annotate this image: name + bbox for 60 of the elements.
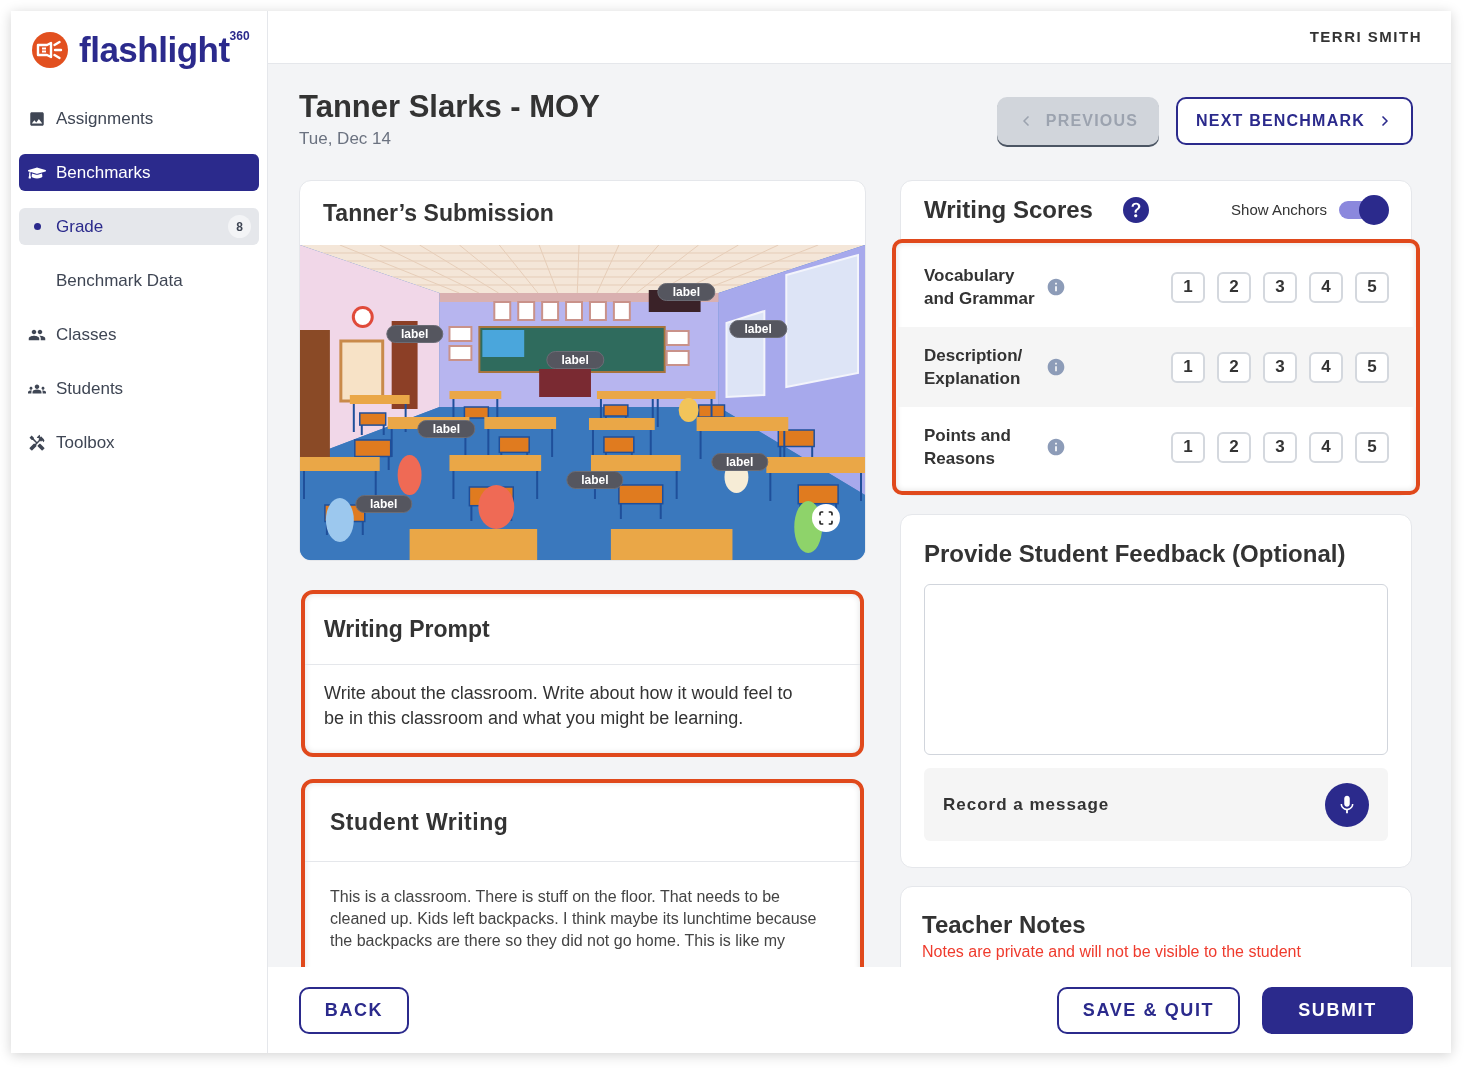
hotspot-label[interactable]: label [386,325,444,344]
hotspot-label[interactable]: label [729,320,787,339]
info-icon[interactable] [1046,437,1066,457]
record-label: Record a message [943,793,1111,816]
criterion-label: Description/ Explanation [924,345,1024,390]
sidebar-item[interactable]: Benchmarks [19,154,259,191]
page-title: Tanner Slarks - MOY [299,89,600,125]
criterion-label: Points and Reasons [924,425,1012,470]
card-title: Student Writing [330,807,509,837]
page-date: Tue, Dec 14 [299,129,392,149]
user-name[interactable]: TERRI SMITH [1309,25,1422,49]
card-title: Tanner’s Submission [323,198,554,228]
footer-button[interactable]: SUBMIT [1262,986,1413,1034]
info-icon[interactable] [1046,357,1066,377]
info-icon[interactable] [1046,277,1066,297]
flashlight-icon [32,32,68,68]
score-button[interactable]: 2 [1217,351,1251,383]
score-button[interactable]: 4 [1309,431,1343,463]
sidebar-item[interactable]: Assignments [19,100,259,137]
footer-button[interactable]: BACK [299,986,409,1034]
score-button[interactable]: 3 [1263,271,1297,303]
score-button[interactable]: 3 [1263,431,1297,463]
help-icon[interactable] [1122,197,1149,223]
score-button[interactable]: 3 [1263,351,1297,383]
score-button[interactable]: 1 [1171,431,1205,463]
score-button[interactable]: 2 [1217,431,1251,463]
card-title: Provide Student Feedback (Optional) [924,539,1347,569]
sidebar-item[interactable]: Students [19,370,259,407]
sidebar-subitem[interactable]: Grade 8 [19,208,259,245]
tools-icon [28,433,46,452]
show-anchors-toggle[interactable] [1339,195,1389,225]
microphone-button[interactable] [1325,782,1369,827]
score-button[interactable]: 1 [1171,271,1205,303]
score-button[interactable]: 5 [1355,351,1389,383]
sidebar-item[interactable]: Toolbox [19,424,259,461]
score-button[interactable]: 4 [1309,351,1343,383]
criterion-label: Vocabulary and Grammar [924,265,1036,310]
card-title: Writing Scores [924,195,1093,225]
logo-wordmark: flashlight [79,32,230,68]
logo-superscript: 360 [229,30,250,42]
sidebar-item[interactable]: Classes [19,316,259,353]
card-title: Teacher Notes [922,910,1087,940]
student-writing-text: This is a classroom. There is stuff on the floor. That needs to be cleaned up. Kids left backpacks. I think maybe its lunchtime because the backpacks are there so they did not go home. This is like my [330,887,818,951]
score-button[interactable]: 4 [1309,271,1343,303]
score-button[interactable]: 1 [1171,351,1205,383]
next-benchmark-button[interactable]: NEXT BENCHMARK [1176,97,1413,145]
card-title: Writing Prompt [324,614,490,644]
count-badge: 8 [228,215,251,238]
hotspot-label[interactable]: label [710,453,769,472]
score-button[interactable]: 2 [1217,271,1251,303]
show-anchors-label: Show Anchors [1231,199,1327,220]
footer-button[interactable]: SAVE & QUIT [1057,986,1240,1034]
score-button[interactable]: 5 [1355,271,1389,303]
privacy-note: Notes are private and will not be visible to the student [922,942,1302,962]
picture-icon [28,109,46,128]
fullscreen-icon [818,510,834,526]
score-button[interactable]: 5 [1355,431,1389,463]
sidebar-subitem[interactable]: Benchmark Data [19,262,259,299]
feedback-field[interactable] [924,584,1388,755]
prompt-text: Write about the classroom. Write about how it would feel to be in this classroom and what you might be learning. [324,682,794,730]
